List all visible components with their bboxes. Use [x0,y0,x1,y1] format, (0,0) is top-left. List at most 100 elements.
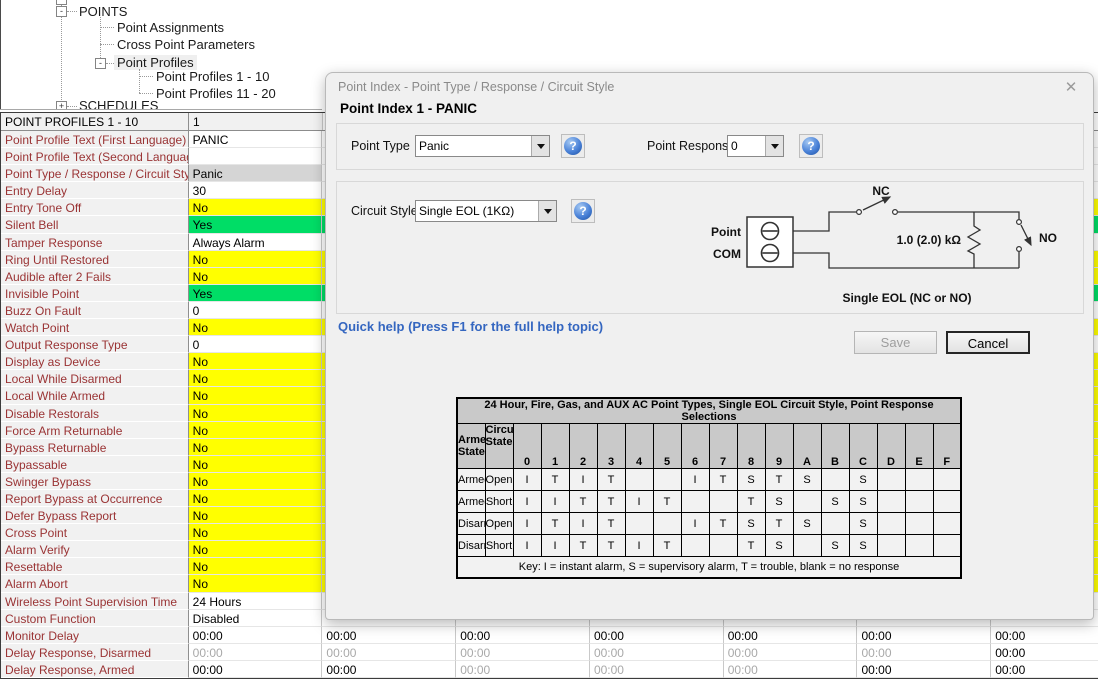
hex-column-header: 6 [681,424,709,469]
grid-cell[interactable]: 0 [189,302,323,319]
grid-cell[interactable]: 00:00 [322,661,456,678]
grid-cell[interactable]: 24 Hours [189,593,323,610]
response-table-row: DisarmedShortIITTITTSSS [457,535,961,557]
grid-cell[interactable]: 00:00 [590,627,724,644]
grid-cell[interactable]: No [189,422,323,439]
response-cell [681,491,709,513]
grid-cell[interactable]: No [189,319,323,336]
response-cell [877,491,905,513]
tree-connector [100,27,114,29]
diagram-caption: Single EOL (NC or NO) [842,291,971,305]
grid-cell[interactable]: PANIC [189,131,323,148]
tree-connector [139,69,141,93]
point-response-label: Point Response [647,139,735,153]
response-cell: I [513,513,541,535]
tree-panel-border [0,0,1,109]
grid-cell[interactable]: No [189,473,323,490]
response-table-row: ArmedOpenITITITSTSS [457,469,961,491]
circuit-style-help-button[interactable]: ? [571,199,595,223]
grid-cell[interactable]: 0 [189,336,323,353]
grid-cell[interactable]: No [189,387,323,404]
response-cell [933,491,961,513]
grid-cell[interactable]: Panic [189,165,323,182]
tree-item-point-profiles[interactable]: Point Profiles [114,55,197,70]
response-cell: T [597,535,625,557]
grid-cell[interactable]: 00:00 [456,661,590,678]
point-response-help-button[interactable]: ? [799,134,823,158]
grid-cell[interactable]: Disabled [189,610,323,627]
hex-column-header: A [793,424,821,469]
grid-cell[interactable]: No [189,251,323,268]
tree-item-schedules[interactable]: SCHEDULES [76,98,161,109]
grid-cell[interactable] [189,148,323,165]
circuit-style-select[interactable]: Single EOL (1KΩ) [415,200,557,222]
grid-cell[interactable]: 00:00 [724,644,858,661]
grid-cell[interactable]: 00:00 [322,644,456,661]
tree-expander-schedules-icon[interactable]: + [56,101,67,109]
grid-cell[interactable]: No [189,507,323,524]
grid-cell[interactable]: 00:00 [857,661,991,678]
grid-cell[interactable]: No [189,199,323,216]
response-cell: I [513,491,541,513]
grid-cell[interactable]: 00:00 [724,627,858,644]
grid-row-label: Delay Response, Armed [1,661,189,678]
point-type-help-button[interactable]: ? [561,134,585,158]
grid-cell[interactable]: 30 [189,182,323,199]
point-type-select[interactable]: Panic [415,135,550,157]
response-cell: I [541,535,569,557]
grid-cell[interactable]: 00:00 [991,661,1098,678]
grid-cell[interactable]: No [189,558,323,575]
tree-item-point-profiles-11-20[interactable]: Point Profiles 11 - 20 [153,86,279,101]
grid-cell[interactable]: No [189,439,323,456]
chevron-down-icon[interactable] [538,201,556,221]
tree-item-point-profiles-1-10[interactable]: Point Profiles 1 - 10 [153,69,272,84]
response-cell: I [625,491,653,513]
tree-expander-point-profiles-icon[interactable]: - [95,58,106,69]
tree-item-cross-point-parameters[interactable]: Cross Point Parameters [114,37,258,52]
grid-cell[interactable]: 00:00 [456,644,590,661]
grid-cell[interactable]: 00:00 [189,661,323,678]
grid-cell[interactable]: No [189,541,323,558]
grid-cell[interactable]: 00:00 [590,644,724,661]
tree-item-points[interactable]: POINTS [76,4,130,19]
grid-cell[interactable]: No [189,575,323,592]
grid-cell[interactable]: No [189,405,323,422]
grid-cell[interactable]: 00:00 [724,661,858,678]
tree-expander-partial-icon[interactable] [56,0,67,5]
grid-cell[interactable]: 00:00 [857,627,991,644]
grid-cell[interactable]: No [189,524,323,541]
response-cell: I [625,535,653,557]
grid-cell[interactable]: 00:00 [857,644,991,661]
tree-item-point-assignments[interactable]: Point Assignments [114,20,227,35]
table-row: Delay Response, Disarmed00:0000:0000:000… [1,644,1098,661]
response-cell: T [765,513,793,535]
grid-cell[interactable]: No [189,268,323,285]
chevron-down-icon[interactable] [765,136,783,156]
grid-cell[interactable]: No [189,370,323,387]
save-button[interactable]: Save [854,331,937,354]
grid-cell[interactable]: Always Alarm [189,234,323,251]
grid-cell[interactable]: Yes [189,285,323,302]
grid-cell[interactable]: 00:00 [322,627,456,644]
response-cell: T [541,469,569,491]
tree-expander-points-icon[interactable]: - [56,6,67,17]
grid-cell[interactable]: 00:00 [189,644,323,661]
chevron-down-icon[interactable] [531,136,549,156]
grid-cell[interactable]: 00:00 [456,627,590,644]
grid-cell[interactable]: No [189,456,323,473]
grid-cell[interactable]: No [189,490,323,507]
grid-cell[interactable]: No [189,353,323,370]
grid-cell[interactable]: 00:00 [189,627,323,644]
point-response-select[interactable]: 0 [727,135,784,157]
response-cell: Open [485,513,513,535]
grid-row-label: Cross Point [1,524,189,541]
grid-cell[interactable]: 00:00 [991,627,1098,644]
response-cell [905,469,933,491]
hex-column-header: 2 [569,424,597,469]
close-icon[interactable]: ✕ [1061,78,1081,98]
grid-cell[interactable]: 00:00 [991,644,1098,661]
grid-cell[interactable]: Yes [189,216,323,233]
cancel-button[interactable]: Cancel [946,331,1030,354]
grid-cell[interactable]: 00:00 [590,661,724,678]
tree-connector [139,76,153,78]
